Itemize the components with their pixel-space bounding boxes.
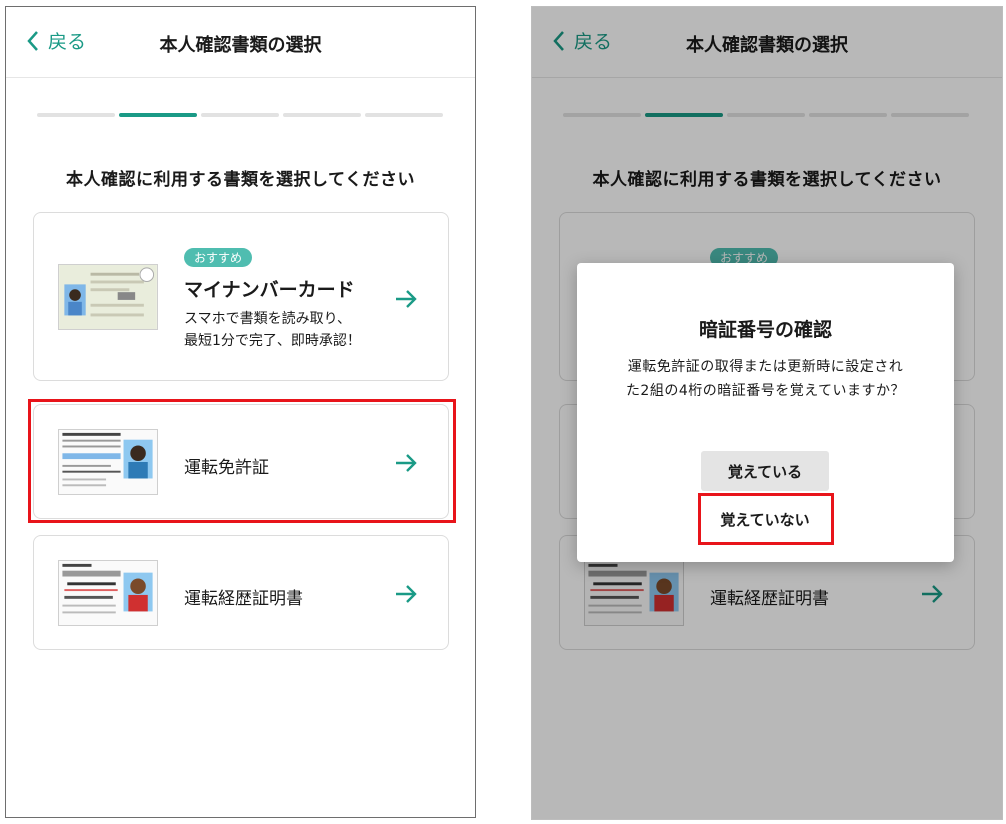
highlight-box-not-remember [698,493,834,545]
my-number-card-title: マイナンバーカード [184,279,355,301]
highlight-box-drivers-license [28,399,456,523]
step-5 [365,113,443,117]
desc-line-1: スマホで書類を読み取り、 [184,311,352,327]
pin-confirm-screen: 戻る 本人確認書類の選択 本人確認に利用する書類を選択してください おすすめ 運… [531,6,1003,820]
recommended-badge: おすすめ [184,248,253,267]
step-3 [201,113,279,117]
page-title: 本人確認書類の選択 [159,35,322,56]
progress-steps [37,113,443,117]
arrow-right-icon [396,290,417,308]
driving-history-certificate-icon [58,560,158,626]
document-select-screen: 戻る 本人確認書類の選択 本人確認に利用する書類を選択してください おすすめ マ… [5,6,476,818]
my-number-card-icon [58,264,158,330]
step-2-current [119,113,197,117]
app-header: 戻る 本人確認書類の選択 [6,7,475,78]
select-prompt: 本人確認に利用する書類を選択してください [66,170,415,190]
desc-line-2: 最短1分で完了、即時承認！ [184,333,361,349]
dialog-message-line-2: た2組の4桁の暗証番号を覚えていますか？ [625,383,906,399]
dialog-message-line-1: 運転免許証の取得または更新時に設定され [627,359,904,375]
my-number-card-description: スマホで書類を読み取り、 最短1分で完了、即時承認！ [184,308,361,352]
my-number-card-option[interactable]: おすすめ マイナンバーカード スマホで書類を読み取り、 最短1分で完了、即時承認… [33,212,449,381]
dialog-title: 暗証番号の確認 [698,319,832,341]
arrow-right-icon [396,585,417,603]
step-4 [283,113,361,117]
driving-history-certificate-label: 運転経歴証明書 [184,589,303,609]
dialog-message: 運転免許証の取得または更新時に設定され た2組の4桁の暗証番号を覚えていますか？ [605,355,926,403]
driving-history-certificate-option[interactable]: 運転経歴証明書 [33,535,449,650]
remember-pin-button[interactable]: 覚えている [701,451,829,491]
step-1 [37,113,115,117]
